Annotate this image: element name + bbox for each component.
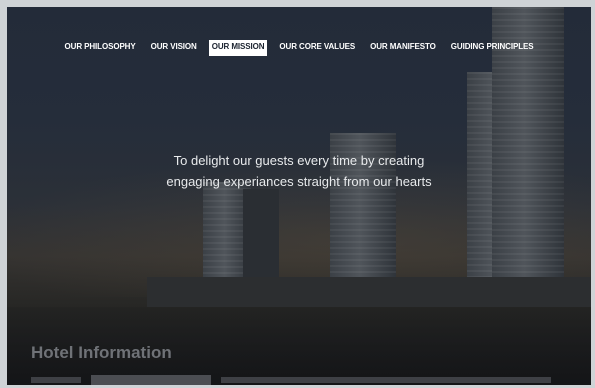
mission-statement: To delight our guests every time by crea…	[107, 150, 491, 192]
faint-text-right	[221, 377, 551, 383]
nav-our-philosophy[interactable]: OUR PHILOSOPHY	[62, 40, 139, 56]
faint-text-left	[31, 377, 81, 383]
nav-our-vision[interactable]: OUR VISION	[148, 40, 200, 56]
nav-our-mission[interactable]: OUR MISSION	[208, 40, 268, 56]
mission-nav: OUR PHILOSOPHY OUR VISION OUR MISSION OU…	[7, 40, 591, 56]
section-title: Hotel Information	[31, 343, 172, 362]
nav-our-manifesto[interactable]: OUR MANIFESTO	[367, 40, 439, 56]
mission-line-2: engaging experiances straight from our h…	[166, 174, 432, 189]
lowrise-strip	[147, 277, 591, 307]
section-subrow	[31, 375, 551, 385]
hero-banner: OUR PHILOSOPHY OUR VISION OUR MISSION OU…	[7, 7, 591, 385]
nav-guiding-principles[interactable]: GUIDING PRINCIPLES	[448, 40, 537, 56]
faint-highlight-tag	[91, 375, 211, 385]
mission-line-1: To delight our guests every time by crea…	[173, 153, 425, 168]
nav-our-core-values[interactable]: OUR CORE VALUES	[276, 40, 358, 56]
